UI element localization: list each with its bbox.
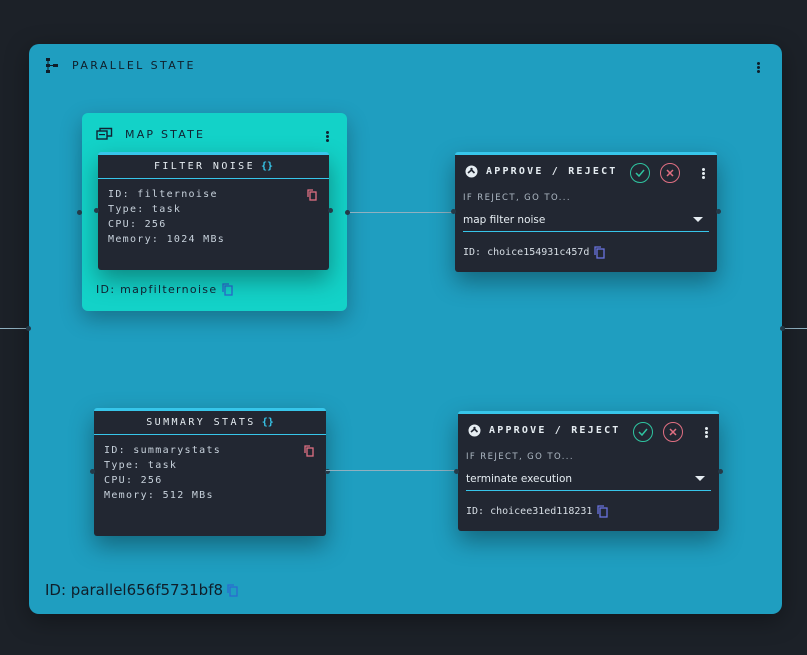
choice-input-port[interactable] xyxy=(454,469,459,474)
choice-id: ID: choice154931c457d xyxy=(463,246,606,259)
task-node-summary-stats[interactable]: SUMMARY STATS {} ID: summarystats Type: … xyxy=(90,408,330,536)
approve-button[interactable] xyxy=(633,422,653,442)
choice-output-port[interactable] xyxy=(716,209,721,214)
task-title: FILTER NOISE {} xyxy=(98,155,329,179)
parallel-state-id-text: ID: parallel656f5731bf8 xyxy=(45,581,224,599)
map-state-title: MAP STATE xyxy=(125,127,206,141)
choice-input-port[interactable] xyxy=(451,209,456,214)
task-details: ID: filternoise Type: task CPU: 256 Memo… xyxy=(98,179,329,255)
task-cpu: CPU: 256 xyxy=(108,219,167,230)
task-details: ID: summarystats Type: task CPU: 256 Mem… xyxy=(94,435,326,511)
copy-icon[interactable] xyxy=(597,505,609,518)
choice-id-text: ID: choice154931c457d xyxy=(463,247,590,258)
task-title-text: SUMMARY STATS xyxy=(146,417,256,428)
map-state-header: MAP STATE xyxy=(96,127,205,141)
parallel-state-title: PARALLEL STATE xyxy=(72,59,196,72)
edge-in xyxy=(0,328,29,329)
task-type: Type: task xyxy=(108,204,182,215)
parallel-output-port[interactable] xyxy=(780,326,785,331)
map-input-port[interactable] xyxy=(77,210,82,215)
task-memory: Memory: 512 MBs xyxy=(104,490,214,501)
task-memory: Memory: 1024 MBs xyxy=(108,234,226,245)
task-title: SUMMARY STATS {} xyxy=(94,411,326,435)
check-icon xyxy=(638,428,648,436)
task-node-filter-noise[interactable]: FILTER NOISE {} ID: filternoise Type: ta… xyxy=(94,152,333,270)
choice-icon xyxy=(465,165,478,177)
choice-title: APPROVE / REJECT xyxy=(489,424,621,436)
choice-title: APPROVE / REJECT xyxy=(486,165,618,177)
close-icon xyxy=(666,169,674,177)
edge-map-to-choice xyxy=(350,212,455,213)
task-input-port[interactable] xyxy=(90,469,95,474)
choice-node-2[interactable]: APPROVE / REJECT IF REJECT, GO TO... ter… xyxy=(454,411,723,531)
parallel-state-id: ID: parallel656f5731bf8 xyxy=(45,581,238,599)
parallel-input-port[interactable] xyxy=(26,326,31,331)
choice-menu-icon[interactable] xyxy=(702,427,710,438)
reject-target-select[interactable]: map filter noise xyxy=(463,208,709,232)
chevron-down-icon xyxy=(693,217,703,222)
chevron-down-icon xyxy=(695,476,705,481)
reject-target-value: map filter noise xyxy=(463,213,546,226)
reject-button[interactable] xyxy=(663,422,683,442)
parallel-state-header: PARALLEL STATE xyxy=(45,58,196,73)
approve-button[interactable] xyxy=(630,163,650,183)
reject-target-value: terminate execution xyxy=(466,472,573,485)
map-state-menu-icon[interactable] xyxy=(323,131,331,142)
choice-node-1[interactable]: APPROVE / REJECT IF REJECT, GO TO... map… xyxy=(451,152,721,272)
edge-out xyxy=(782,328,807,329)
reject-target-label: IF REJECT, GO TO... xyxy=(466,452,575,462)
task-id: ID: filternoise xyxy=(108,189,218,200)
task-output-port[interactable] xyxy=(328,208,333,213)
copy-icon[interactable] xyxy=(594,246,606,259)
braces-icon[interactable]: {} xyxy=(261,161,273,172)
parallel-state-icon xyxy=(46,58,58,73)
close-icon xyxy=(669,428,677,436)
choice-id: ID: choicee31ed118231 xyxy=(466,505,609,518)
map-state-id-text: ID: mapfilternoise xyxy=(96,283,218,296)
choice-output-port[interactable] xyxy=(718,469,723,474)
task-id: ID: summarystats xyxy=(104,445,222,456)
parallel-state-menu-icon[interactable] xyxy=(754,62,762,73)
reject-target-select[interactable]: terminate execution xyxy=(466,467,711,491)
choice-icon xyxy=(468,424,481,436)
edge-summary-to-choice xyxy=(326,470,458,471)
copy-icon[interactable] xyxy=(304,445,314,457)
task-cpu: CPU: 256 xyxy=(104,475,163,486)
choice-id-text: ID: choicee31ed118231 xyxy=(466,506,593,517)
braces-icon[interactable]: {} xyxy=(262,417,274,428)
map-state-id: ID: mapfilternoise xyxy=(96,283,234,296)
copy-icon[interactable] xyxy=(222,283,234,296)
check-icon xyxy=(635,169,645,177)
choice-menu-icon[interactable] xyxy=(699,168,707,179)
copy-icon[interactable] xyxy=(227,583,238,597)
parallel-state-node[interactable]: PARALLEL STATE MAP STATE ID: mapfilterno… xyxy=(26,44,785,614)
task-title-text: FILTER NOISE xyxy=(153,161,255,172)
reject-button[interactable] xyxy=(660,163,680,183)
task-input-port[interactable] xyxy=(94,208,99,213)
task-type: Type: task xyxy=(104,460,178,471)
copy-icon[interactable] xyxy=(307,189,317,201)
reject-target-label: IF REJECT, GO TO... xyxy=(463,193,572,203)
map-state-icon xyxy=(96,127,113,140)
